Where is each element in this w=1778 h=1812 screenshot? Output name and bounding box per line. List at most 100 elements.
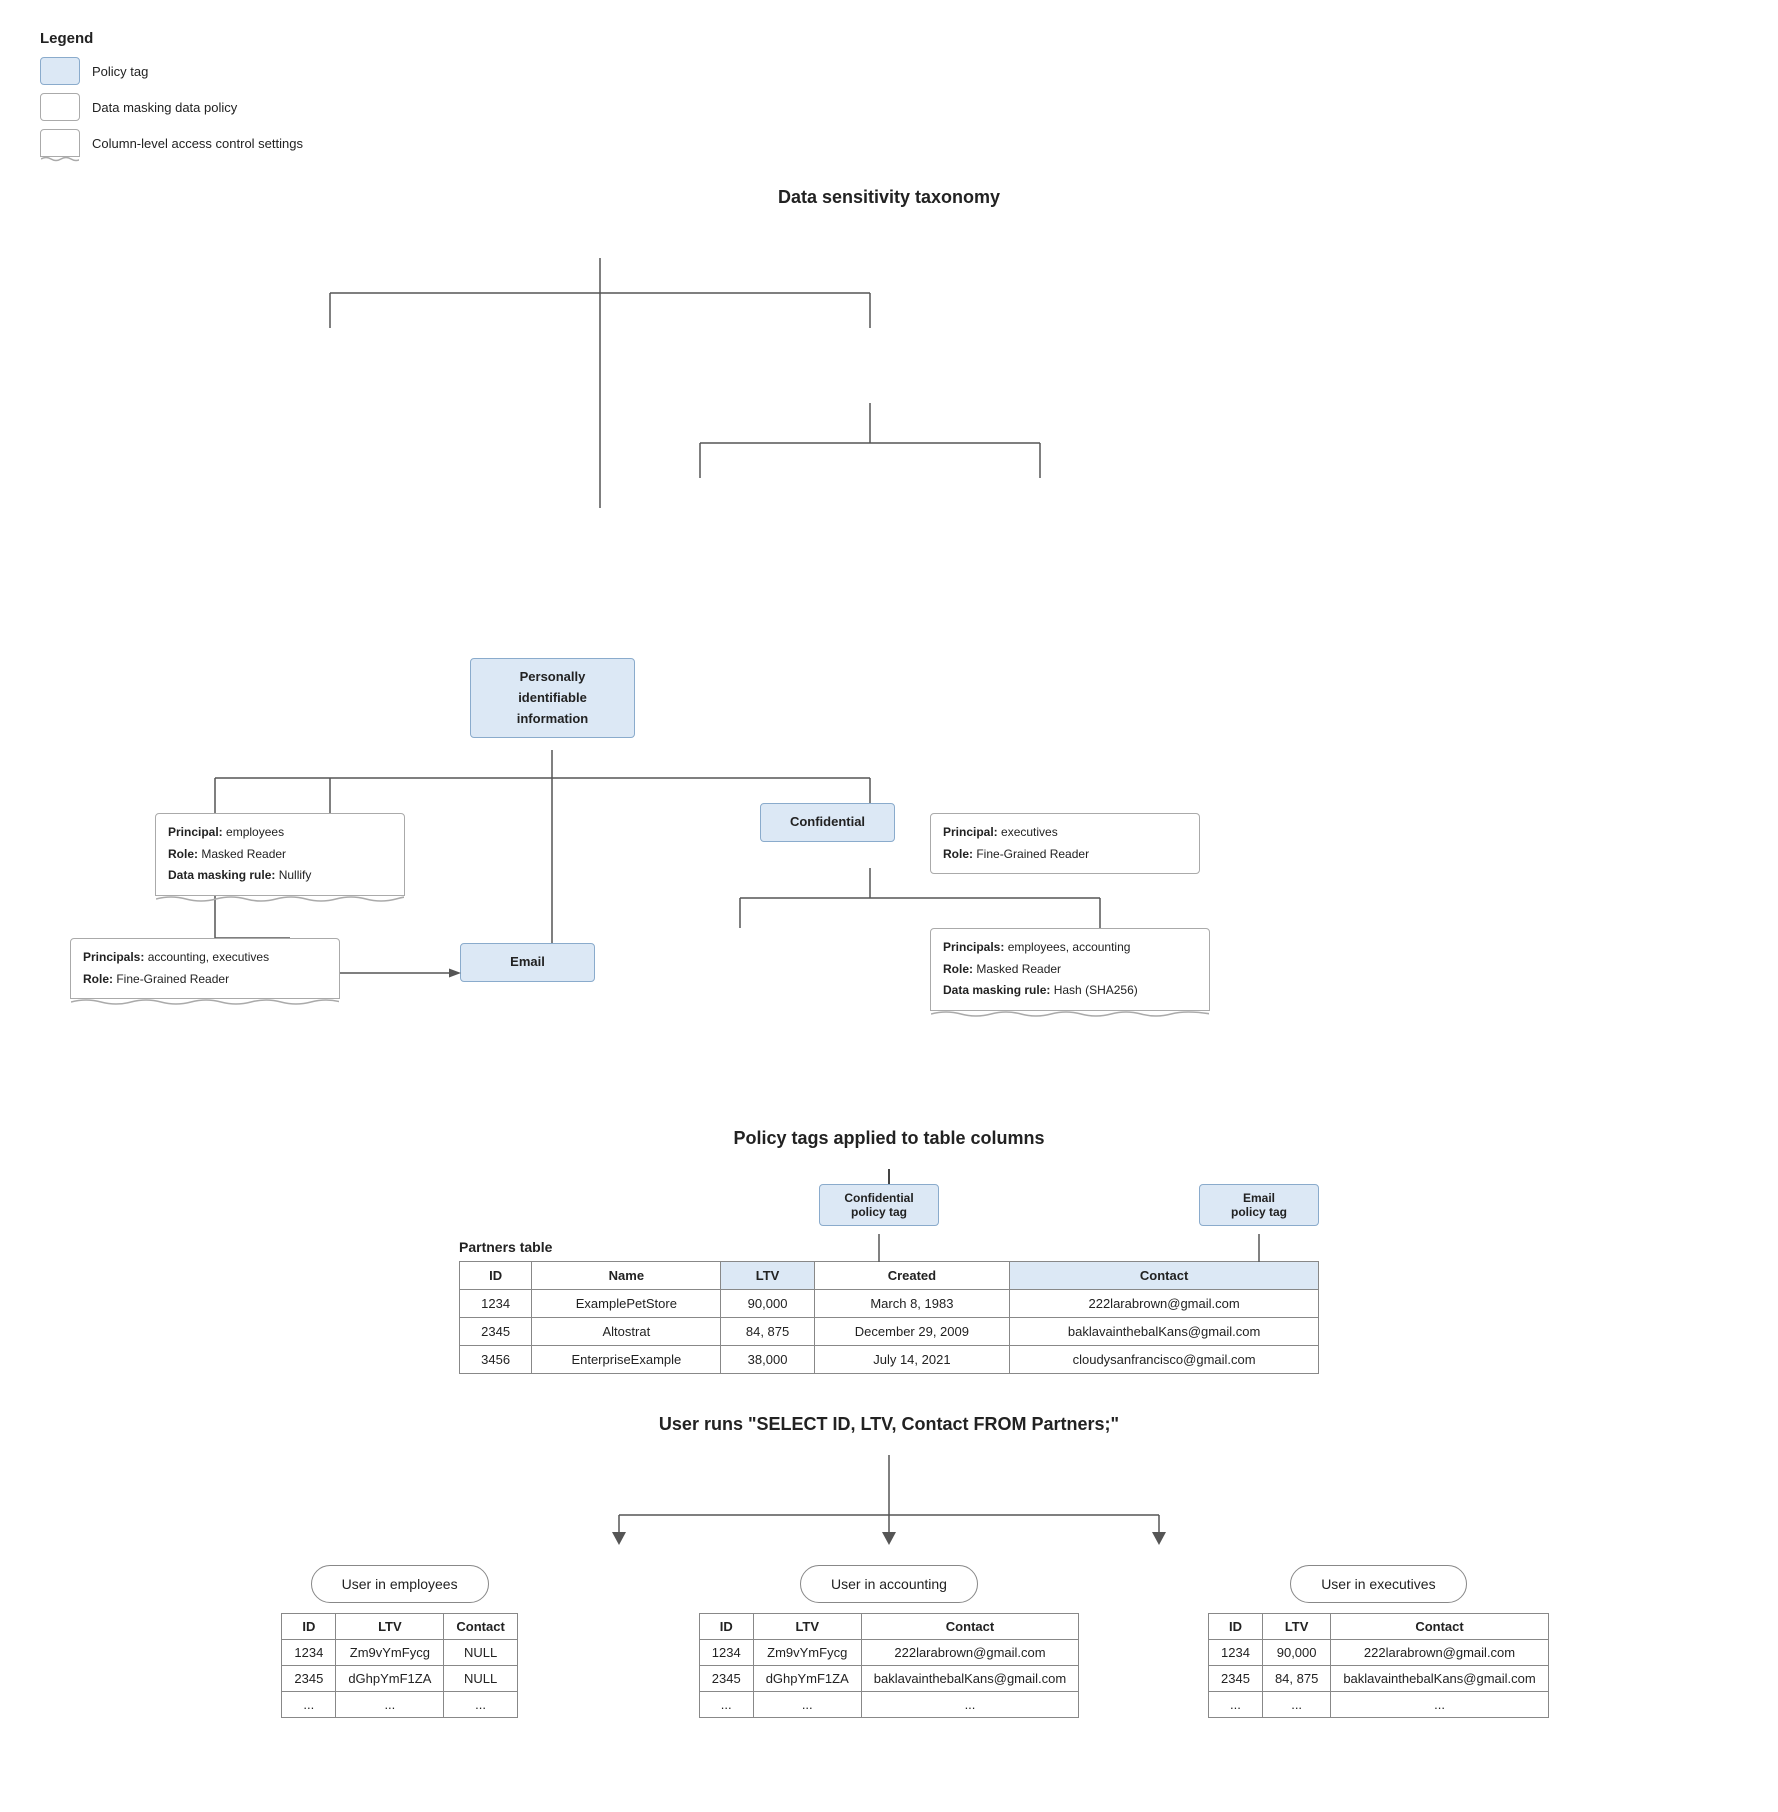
email-tag-label: Emailpolicy tag [1231, 1191, 1287, 1219]
email-node: Email [460, 943, 595, 982]
access-accounting-principals-label: Principals: [83, 950, 144, 964]
user-label-employees: User in employees [342, 1576, 458, 1592]
cell-id: 1234 [460, 1290, 532, 1318]
cell-ltv: 90,000 [721, 1290, 814, 1318]
squiggle-line [156, 895, 404, 903]
access-employees2-rule-value: Hash (SHA256) [1054, 983, 1138, 997]
result-cell-id: 1234 [282, 1640, 336, 1666]
result-cell-contact: baklavainthebalKans@gmail.com [861, 1666, 1078, 1692]
access-employees-role-label: Role: [168, 847, 198, 861]
access-employees-rule-label: Data masking rule: [168, 868, 275, 882]
cell-name: ExamplePetStore [532, 1290, 721, 1318]
access-executives-role-label: Role: [943, 847, 973, 861]
result-cell-contact: ... [861, 1692, 1078, 1718]
user-pill-accounting: User in accounting [800, 1565, 978, 1603]
result-cell-id: ... [1209, 1692, 1263, 1718]
confidential-node: Confidential [760, 803, 895, 842]
rth-id-exec: ID [1209, 1614, 1263, 1640]
user-label-executives: User in executives [1321, 1576, 1435, 1592]
email-policy-tag: Emailpolicy tag [1199, 1184, 1319, 1226]
result-table-row: 1234 90,000 222larabrown@gmail.com [1209, 1640, 1549, 1666]
cell-contact: baklavainthebalKans@gmail.com [1010, 1318, 1319, 1346]
result-cell-id: ... [282, 1692, 336, 1718]
result-cards-container: User in employees ID LTV Contact 1234 Zm… [125, 1565, 1653, 1718]
result-table-row: ... ... ... [699, 1692, 1078, 1718]
cell-ltv: 38,000 [721, 1346, 814, 1374]
result-cell-ltv: ... [1262, 1692, 1330, 1718]
legend-label-column-access: Column-level access control settings [92, 136, 303, 151]
result-cell-ltv: Zm9vYmFycg [753, 1640, 861, 1666]
col-id: ID [460, 1262, 532, 1290]
confidential-policy-tag: Confidentialpolicy tag [819, 1184, 939, 1226]
access-employees2-principals-label: Principals: [943, 940, 1004, 954]
access-executives-principal-value: executives [1001, 825, 1058, 839]
legend-label-policy-tag: Policy tag [92, 64, 148, 79]
access-accounting-role-label: Role: [83, 972, 113, 986]
legend-label-data-masking: Data masking data policy [92, 100, 237, 115]
rth-contact-exec: Contact [1331, 1614, 1548, 1640]
table-row: 3456 EnterpriseExample 38,000 July 14, 2… [460, 1346, 1319, 1374]
result-cell-id: 2345 [1209, 1666, 1263, 1692]
result-cell-contact: ... [444, 1692, 517, 1718]
result-header-executives: ID LTV Contact [1209, 1614, 1549, 1640]
user-pill-employees: User in employees [311, 1565, 489, 1603]
confidential-tag-label: Confidentialpolicy tag [844, 1191, 913, 1219]
result-table-row: 1234 Zm9vYmFycg NULL [282, 1640, 517, 1666]
access-employees-principal-value: employees [226, 825, 284, 839]
access-employees2-role-label: Role: [943, 962, 973, 976]
table-section: Confidentialpolicy tag Emailpolicy tag P… [459, 1239, 1319, 1374]
query-title: User runs "SELECT ID, LTV, Contact FROM … [125, 1414, 1653, 1435]
result-cell-ltv: ... [753, 1692, 861, 1718]
result-table-employees: ID LTV Contact 1234 Zm9vYmFycg NULL 2345… [281, 1613, 517, 1718]
rth-ltv-emp: LTV [336, 1614, 444, 1640]
access-accounting-principals-value: accounting, executives [148, 950, 269, 964]
partners-table-label: Partners table [459, 1239, 1319, 1255]
access-employees2-principals-value: employees, accounting [1008, 940, 1131, 954]
result-table-accounting: ID LTV Contact 1234 Zm9vYmFycg 222larabr… [699, 1613, 1079, 1718]
result-cell-ltv: 90,000 [1262, 1640, 1330, 1666]
result-cell-contact: baklavainthebalKans@gmail.com [1331, 1666, 1548, 1692]
result-cell-contact: NULL [444, 1640, 517, 1666]
user-label-accounting: User in accounting [831, 1576, 947, 1592]
access-accounting-role-value: Fine-Grained Reader [116, 972, 229, 986]
result-cell-contact: 222larabrown@gmail.com [1331, 1640, 1548, 1666]
rth-ltv-exec: LTV [1262, 1614, 1330, 1640]
legend-item-column-access: Column-level access control settings [40, 129, 1738, 157]
legend-section: Legend Policy tag Data masking data poli… [40, 30, 1738, 157]
rth-contact-acc: Contact [861, 1614, 1078, 1640]
partners-table: ID Name LTV Created Contact 1234 Example… [459, 1261, 1319, 1374]
result-cell-ltv: 84, 875 [1262, 1666, 1330, 1692]
result-card-accounting: User in accounting ID LTV Contact 1234 Z… [654, 1565, 1123, 1718]
col-name: Name [532, 1262, 721, 1290]
cell-created: July 14, 2021 [814, 1346, 1010, 1374]
cell-id: 2345 [460, 1318, 532, 1346]
result-cell-ltv: dGhpYmF1ZA [753, 1666, 861, 1692]
pii-node: Personallyidentifiableinformation [470, 658, 635, 738]
three-way-arrow [489, 1455, 1289, 1545]
query-section: User runs "SELECT ID, LTV, Contact FROM … [125, 1414, 1653, 1718]
rth-ltv-acc: LTV [753, 1614, 861, 1640]
table-row: 1234 ExamplePetStore 90,000 March 8, 198… [460, 1290, 1319, 1318]
legend-icon-column-access [40, 129, 80, 157]
access-employees-role-value: Masked Reader [201, 847, 286, 861]
access-employees-node: Principal: employees Role: Masked Reader… [155, 813, 405, 896]
access-employees2-rule-label: Data masking rule: [943, 983, 1050, 997]
cell-contact: 222larabrown@gmail.com [1010, 1290, 1319, 1318]
cell-name: EnterpriseExample [532, 1346, 721, 1374]
cell-created: December 29, 2009 [814, 1318, 1010, 1346]
result-cell-id: 2345 [282, 1666, 336, 1692]
cell-created: March 8, 1983 [814, 1290, 1010, 1318]
result-table-row: 1234 Zm9vYmFycg 222larabrown@gmail.com [699, 1640, 1078, 1666]
result-header-accounting: ID LTV Contact [699, 1614, 1078, 1640]
rth-id-emp: ID [282, 1614, 336, 1640]
result-cell-contact: ... [1331, 1692, 1548, 1718]
result-cell-id: 1234 [699, 1640, 753, 1666]
result-table-row: 2345 84, 875 baklavainthebalKans@gmail.c… [1209, 1666, 1549, 1692]
access-executives-role-value: Fine-Grained Reader [976, 847, 1089, 861]
rth-id-acc: ID [699, 1614, 753, 1640]
taxonomy-title: Data sensitivity taxonomy [40, 187, 1738, 208]
result-header-employees: ID LTV Contact [282, 1614, 517, 1640]
access-employees-principal-label: Principal: [168, 825, 223, 839]
result-cell-ltv: Zm9vYmFycg [336, 1640, 444, 1666]
result-cell-contact: 222larabrown@gmail.com [861, 1640, 1078, 1666]
